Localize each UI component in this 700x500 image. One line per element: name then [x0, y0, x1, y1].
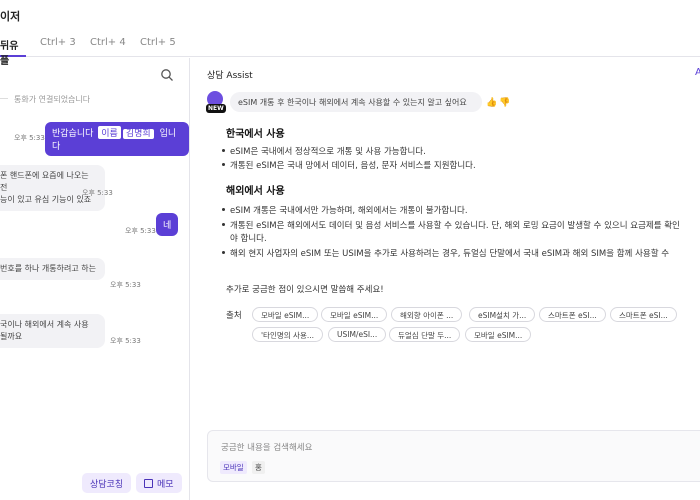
- user-question: eSIM 개통 후 한국이나 해외에서 계속 사용할 수 있는지 알고 싶어요: [230, 92, 482, 112]
- chat-bubble-outgoing: 네: [156, 213, 179, 236]
- memo-icon: [144, 479, 153, 488]
- source-chip[interactable]: USIM/eSI...: [328, 327, 387, 342]
- message-time: 오후 5:33: [125, 227, 156, 235]
- source-chip[interactable]: 해외향 아이폰 ...: [391, 307, 463, 322]
- message-time: 오후 5:33: [82, 189, 113, 197]
- chat-bubble-outgoing: 반갑습니다 이름 김명희 입니다: [45, 122, 189, 156]
- thumbs-down-icon[interactable]: 👎: [499, 98, 510, 108]
- memo-button[interactable]: 메모: [136, 473, 182, 493]
- page-title: 이저: [0, 10, 21, 23]
- system-message: 통화가 연결되었습니다: [14, 95, 91, 104]
- message-text: 반갑습니다: [52, 129, 94, 139]
- answer-heading: 한국에서 사용: [226, 129, 285, 140]
- answer-item: eSIM 개통은 국내에서만 가능하며, 해외에서는 개통이 불가합니다.: [222, 205, 700, 217]
- source-chip[interactable]: eSIM설치 가...: [469, 307, 536, 322]
- answer-item: 해외 현지 사업자의 eSIM 또는 USIM을 추가로 사용하려는 경우, 듀…: [222, 248, 700, 260]
- message-line: 국이나 해외에서 계속 사용: [0, 320, 89, 329]
- tab-bar: 뒤유플 Ctrl+ 3 Ctrl+ 4 Ctrl+ 5: [0, 37, 700, 67]
- filter-chip[interactable]: 홍: [252, 461, 265, 474]
- divider: [0, 98, 8, 99]
- answer-item-continued: 야 합니다.: [230, 234, 267, 244]
- thumbs-up-icon[interactable]: 👍: [486, 98, 497, 108]
- source-chip[interactable]: 모바일 eSIM...: [252, 307, 319, 322]
- source-chip[interactable]: 듀얼심 단말 두...: [389, 327, 461, 342]
- search-input[interactable]: 궁금한 내용을 검색해세요: [221, 441, 312, 453]
- message-time: 오후 5:33: [110, 281, 141, 289]
- message-time: 오후 5:33: [110, 337, 141, 345]
- coaching-button[interactable]: 상담코칭: [82, 473, 132, 493]
- filter-chip-mobile[interactable]: 모바일: [220, 461, 247, 474]
- message-line: 될까요: [0, 332, 23, 341]
- tab-1[interactable]: 뒤유플: [0, 37, 26, 67]
- sources-label: 출처: [226, 311, 242, 321]
- answer-closing: 추가로 궁금한 점이 있으시면 말씀해 주세요!: [226, 285, 384, 295]
- source-chip[interactable]: '타인명의 사용...: [252, 327, 323, 342]
- tab-ctrl-4[interactable]: Ctrl+ 4: [90, 37, 126, 57]
- source-chip[interactable]: 모바일 eSIM...: [321, 307, 388, 322]
- chat-bubble-incoming: 국이나 해외에서 계속 사용 될까요: [0, 314, 105, 348]
- chat-bubble-incoming: 번호를 하나 개통하려고 하는: [0, 258, 105, 280]
- chat-panel: 통화가 연결되었습니다 오후 5:33 반갑습니다 이름 김명희 입니다 폰 핸드…: [0, 58, 190, 500]
- answer-heading: 해외에서 사용: [226, 186, 285, 197]
- answer-item: 개통된 eSIM은 국내 망에서 데이터, 음성, 문자 서비스를 지원합니다.: [222, 160, 700, 172]
- assist-search-box[interactable]: 궁금한 내용을 검색해세요 모바일 홍: [207, 430, 700, 482]
- memo-label: 메모: [157, 480, 174, 490]
- message-line: 번호를 하나 개통하려고 하는: [0, 264, 96, 273]
- message-time: 오후 5:33: [14, 134, 45, 142]
- source-chip[interactable]: 스마트폰 eSI...: [610, 307, 677, 322]
- answer-item: eSIM은 국내에서 정상적으로 개통 및 사용 가능합니다.: [222, 146, 700, 158]
- answer-item: 개통된 eSIM은 해외에서도 데이터 및 음성 서비스를 사용할 수 있습니다…: [222, 220, 700, 232]
- search-icon[interactable]: [160, 68, 174, 82]
- agent-name: 김명희: [122, 129, 154, 139]
- new-badge: NEW: [206, 104, 226, 113]
- assist-corner-label[interactable]: A: [695, 67, 700, 78]
- tab-ctrl-3[interactable]: Ctrl+ 3: [40, 37, 76, 57]
- source-chip[interactable]: 모바일 eSIM...: [465, 327, 532, 342]
- source-chip[interactable]: 스마트폰 eSI...: [539, 307, 606, 322]
- assist-title: 상담 Assist: [207, 71, 253, 81]
- customer-name-tag: 이름: [98, 126, 121, 139]
- tab-ctrl-5[interactable]: Ctrl+ 5: [140, 37, 176, 57]
